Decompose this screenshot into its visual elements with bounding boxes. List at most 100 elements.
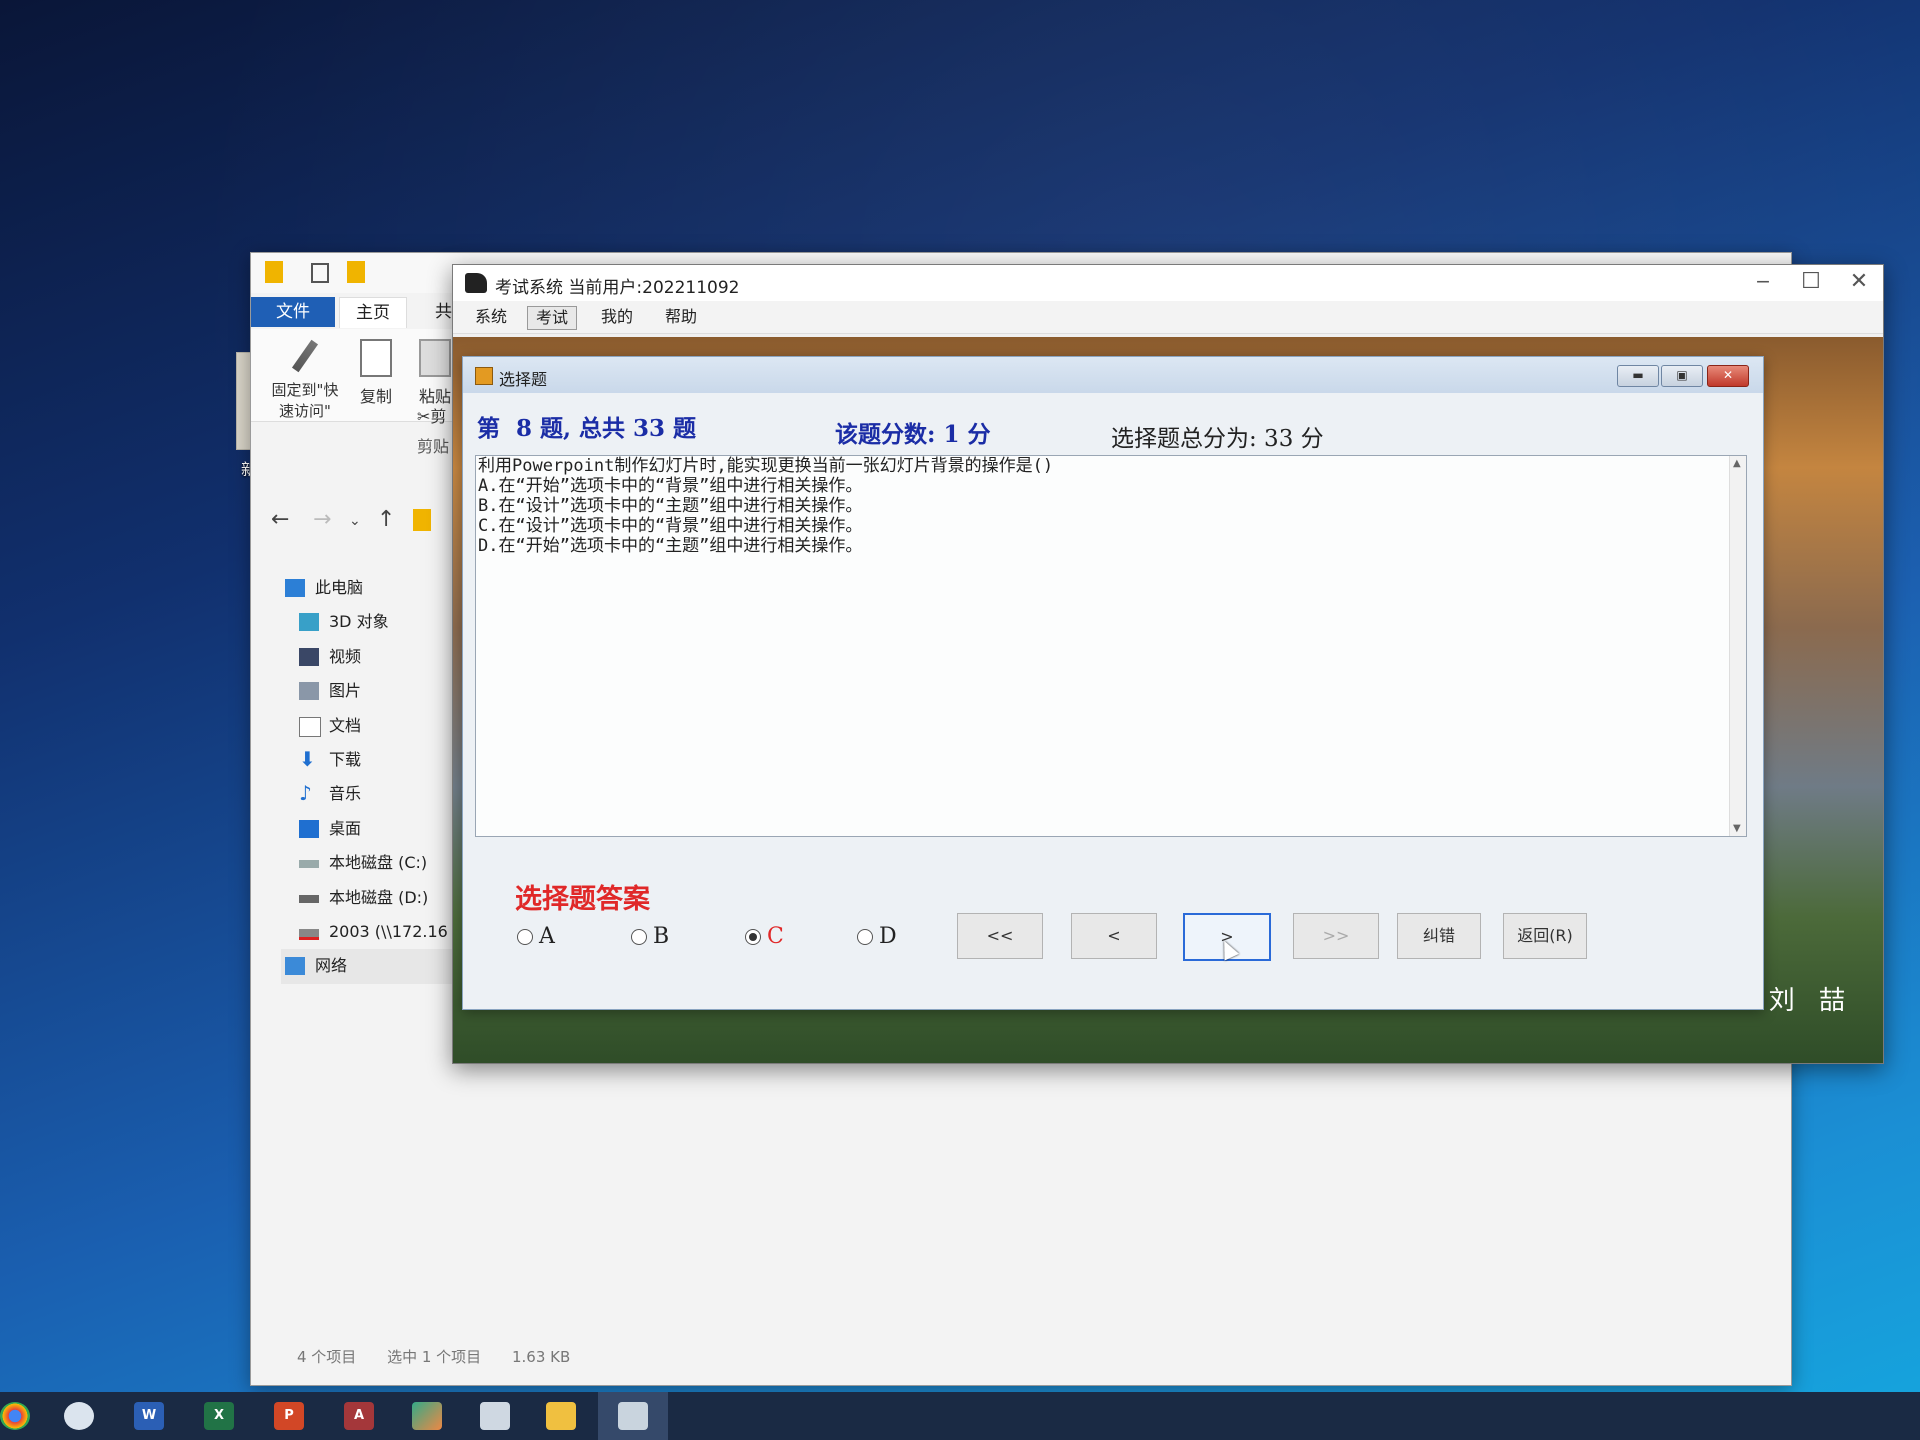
word-icon[interactable]: W: [134, 1402, 164, 1430]
folder-icon: [265, 261, 283, 283]
option-d-text: D.在“开始”选项卡中的“主题”组中进行相关操作。: [478, 536, 863, 556]
copy-icon: [360, 339, 392, 377]
app-icon: [465, 273, 487, 293]
chrome-icon[interactable]: [0, 1402, 30, 1430]
scroll-up-icon[interactable]: ▲: [1733, 458, 1741, 469]
menu-help[interactable]: 帮助: [657, 306, 705, 328]
pin-icon: [291, 339, 319, 373]
drive-icon: [299, 860, 319, 869]
cut-button[interactable]: ✂剪: [417, 403, 446, 427]
option-a-text: A.在“开始”选项卡中的“背景”组中进行相关操作。: [478, 476, 863, 496]
music-icon: ♪: [299, 781, 312, 806]
option-b-radio[interactable]: B: [631, 924, 669, 949]
answer-title: 选择题答案: [515, 884, 650, 915]
clipboard-group-label: 剪贴: [417, 437, 450, 456]
question-stem: 利用Powerpoint制作幻灯片时,能实现更换当前一张幻灯片背景的操作是(): [478, 456, 1054, 476]
picture-icon: [299, 682, 319, 701]
excel-icon[interactable]: X: [204, 1402, 234, 1430]
dialog-title: 选择题: [499, 370, 548, 389]
question-text-box[interactable]: 利用Powerpoint制作幻灯片时,能实现更换当前一张幻灯片背景的操作是() …: [475, 455, 1747, 837]
nav-label: 网络: [315, 956, 348, 976]
forward-arrow-icon[interactable]: →: [313, 507, 331, 532]
item-count: 4 个项目: [297, 1348, 357, 1366]
copy-label: 复制: [359, 387, 392, 406]
previous-question-button[interactable]: <: [1071, 913, 1157, 959]
maximize-icon[interactable]: ▣: [1661, 365, 1703, 387]
scissors-icon: ✂: [417, 407, 431, 426]
paste-icon: [419, 339, 451, 377]
option-c-text: C.在“设计”选项卡中的“背景”组中进行相关操作。: [478, 516, 863, 536]
radio-icon: [517, 929, 533, 945]
explorer-status-bar: 4 个项目 选中 1 个项目 1.63 KB: [297, 1346, 596, 1367]
pin-quick-access-button[interactable]: 固定到"快速访问": [265, 339, 345, 421]
tab-home[interactable]: 主页: [339, 297, 407, 328]
computer-icon: [285, 579, 305, 597]
option-letter: A: [539, 924, 555, 949]
drive-icon: [299, 894, 319, 903]
nav-label: 桌面: [329, 818, 362, 838]
paste-button[interactable]: 粘贴: [415, 339, 455, 407]
minimize-icon[interactable]: ‒: [1743, 269, 1783, 294]
taskbar: W X P A: [0, 1392, 1920, 1440]
download-icon: ⬇: [299, 746, 316, 771]
image-app-icon[interactable]: [412, 1402, 442, 1430]
access-icon[interactable]: A: [344, 1402, 374, 1430]
selected-size: 1.63 KB: [511, 1348, 571, 1366]
copy-button[interactable]: 复制: [353, 339, 399, 407]
choice-question-dialog: 选择题 ▬ ▣ ✕ 第 8 题, 总共 33 题 该题分数: 1 分 选择题总分…: [462, 356, 1764, 1010]
option-b-text: B.在“设计”选项卡中的“主题”组中进行相关操作。: [478, 496, 863, 516]
dialog-app-icon: [475, 367, 493, 385]
scroll-down-icon[interactable]: ▼: [1733, 823, 1741, 834]
up-arrow-icon[interactable]: ↑: [377, 507, 395, 532]
nav-label: 2003 (\\172.16: [329, 921, 448, 941]
nav-label: 此电脑: [315, 578, 364, 597]
question-score: 该题分数: 1 分: [835, 421, 991, 448]
menu-mine[interactable]: 我的: [593, 306, 641, 328]
nav-label: 视频: [329, 646, 362, 666]
first-question-button[interactable]: <<: [957, 913, 1043, 959]
selected-count: 选中 1 个项目: [387, 1348, 482, 1366]
explorer-nav-buttons: ← → ⌄ ↑: [251, 501, 451, 541]
browser-icon[interactable]: [64, 1402, 94, 1430]
menu-exam[interactable]: 考试: [527, 306, 578, 330]
back-arrow-icon[interactable]: ←: [271, 507, 289, 532]
folder-address-icon: [413, 509, 431, 531]
option-c-radio[interactable]: C: [745, 924, 784, 949]
recent-chevron-icon[interactable]: ⌄: [349, 513, 361, 529]
close-icon[interactable]: ✕: [1707, 365, 1749, 387]
new-folder-icon[interactable]: [347, 261, 365, 283]
file-explorer-icon[interactable]: [546, 1402, 576, 1430]
nav-label: 图片: [329, 681, 362, 701]
nav-label: 下载: [329, 749, 362, 769]
properties-icon[interactable]: [311, 263, 329, 283]
last-question-button[interactable]: >>: [1293, 913, 1379, 959]
tab-file[interactable]: 文件: [251, 297, 335, 327]
back-button[interactable]: 返回(R): [1503, 913, 1587, 959]
radio-icon: [631, 929, 647, 945]
option-a-radio[interactable]: A: [517, 924, 555, 949]
report-error-button[interactable]: 纠错: [1397, 913, 1481, 959]
radio-selected-icon: [745, 929, 761, 945]
nav-label: 文档: [329, 715, 362, 735]
minimize-icon[interactable]: ▬: [1617, 365, 1659, 387]
nav-label: 音乐: [329, 784, 362, 804]
exam-menubar: 系统 考试 我的 帮助: [453, 301, 1883, 334]
background-signature-text: 刘 喆: [1768, 986, 1853, 1016]
nav-label: 3D 对象: [329, 612, 389, 632]
close-icon[interactable]: ✕: [1839, 269, 1879, 294]
powerpoint-icon[interactable]: P: [274, 1402, 304, 1430]
maximize-icon[interactable]: ☐: [1791, 269, 1831, 294]
nav-label: 本地磁盘 (C:): [329, 853, 428, 873]
radio-icon: [857, 929, 873, 945]
exam-system-icon[interactable]: [618, 1402, 648, 1430]
network-drive-icon: [299, 928, 319, 940]
network-icon: [285, 957, 305, 976]
question-scrollbar[interactable]: ▲ ▼: [1729, 456, 1746, 836]
menu-system[interactable]: 系统: [467, 306, 515, 328]
option-letter: C: [767, 924, 784, 949]
notepad-icon[interactable]: [480, 1402, 510, 1430]
option-d-radio[interactable]: D: [857, 924, 897, 949]
document-icon: [299, 716, 321, 737]
nav-label: 本地磁盘 (D:): [329, 887, 429, 907]
total-score: 选择题总分为: 33 分: [1111, 426, 1324, 452]
